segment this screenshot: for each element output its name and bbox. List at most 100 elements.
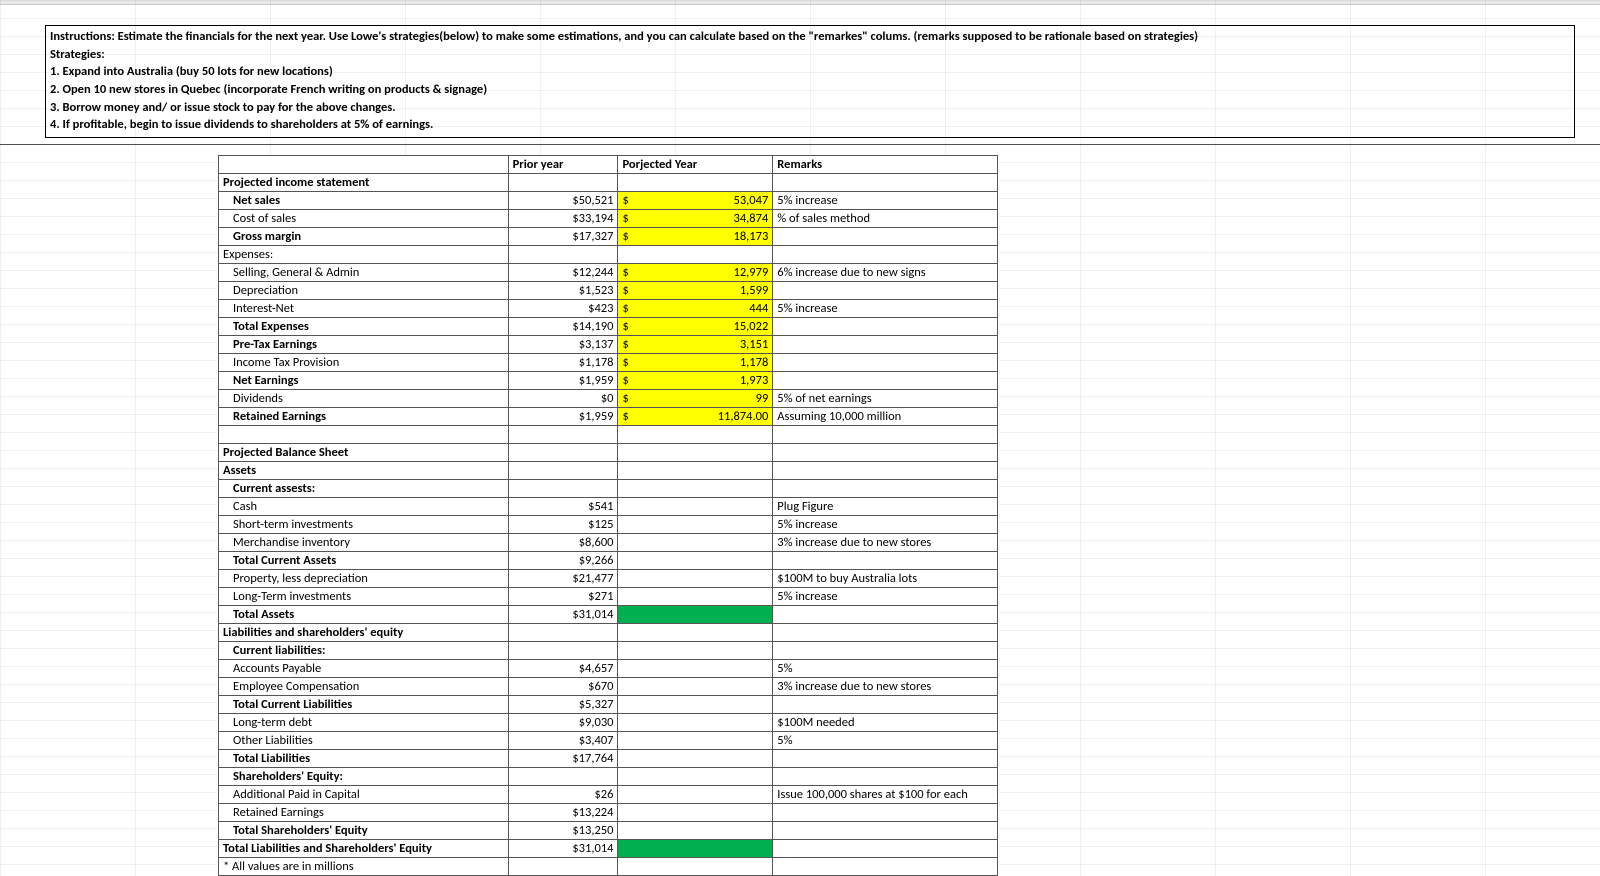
cell[interactable]: $13,224	[508, 803, 618, 821]
cell[interactable]: Long-Term investments	[219, 587, 509, 605]
cell[interactable]: Assets	[219, 461, 509, 479]
cell[interactable]: $3,407	[508, 731, 618, 749]
cell[interactable]	[508, 857, 618, 875]
cell[interactable]: $18,173	[618, 227, 773, 245]
cell[interactable]	[618, 623, 773, 641]
cell[interactable]: 5% increase	[773, 299, 998, 317]
cell[interactable]: Plug Figure	[773, 497, 998, 515]
cell[interactable]	[618, 731, 773, 749]
cell[interactable]: $1,959	[508, 371, 618, 389]
cell[interactable]	[773, 173, 998, 191]
cell[interactable]	[618, 785, 773, 803]
cell[interactable]	[508, 623, 618, 641]
cell[interactable]	[618, 587, 773, 605]
cell[interactable]: $100M to buy Australia lots	[773, 569, 998, 587]
cell[interactable]	[618, 605, 773, 623]
cell[interactable]	[773, 443, 998, 461]
cell[interactable]: Depreciation	[219, 281, 509, 299]
cell[interactable]	[618, 461, 773, 479]
cell[interactable]: $11,874.00	[618, 407, 773, 425]
cell[interactable]: 5%	[773, 659, 998, 677]
cell[interactable]: Total Liabilities	[219, 749, 509, 767]
cell[interactable]: $14,190	[508, 317, 618, 335]
cell[interactable]: Total Shareholders' Equity	[219, 821, 509, 839]
cell[interactable]: Issue 100,000 shares at $100 for each	[773, 785, 998, 803]
cell[interactable]: $1,599	[618, 281, 773, 299]
cell[interactable]: Cost of sales	[219, 209, 509, 227]
cell[interactable]: Current assests:	[219, 479, 509, 497]
cell[interactable]: $53,047	[618, 191, 773, 209]
cell[interactable]: $9,266	[508, 551, 618, 569]
cell[interactable]: $1,959	[508, 407, 618, 425]
cell[interactable]: $21,477	[508, 569, 618, 587]
cell[interactable]: Selling, General & Admin	[219, 263, 509, 281]
cell[interactable]	[618, 821, 773, 839]
cell[interactable]: * All values are in millions	[219, 857, 509, 875]
cell[interactable]: $0	[508, 389, 618, 407]
cell[interactable]	[773, 821, 998, 839]
cell[interactable]: Assuming 10,000 million	[773, 407, 998, 425]
cell[interactable]	[618, 533, 773, 551]
cell[interactable]	[773, 839, 998, 857]
cell[interactable]	[618, 443, 773, 461]
cell[interactable]	[618, 839, 773, 857]
cell[interactable]	[508, 245, 618, 263]
cell[interactable]: Total Liabilities and Shareholders' Equi…	[219, 839, 509, 857]
cell[interactable]: $3,151	[618, 335, 773, 353]
cell[interactable]	[618, 749, 773, 767]
cell[interactable]: Expenses:	[219, 245, 509, 263]
cell[interactable]: $423	[508, 299, 618, 317]
cell[interactable]: $26	[508, 785, 618, 803]
cell[interactable]: 5% of net earnings	[773, 389, 998, 407]
cell[interactable]: Remarks	[773, 155, 998, 173]
cell[interactable]	[508, 443, 618, 461]
cell[interactable]: Net Earnings	[219, 371, 509, 389]
cell[interactable]: Shareholders' Equity:	[219, 767, 509, 785]
cell[interactable]: $1,523	[508, 281, 618, 299]
cell[interactable]: $541	[508, 497, 618, 515]
cell[interactable]	[618, 497, 773, 515]
cell[interactable]	[618, 713, 773, 731]
cell[interactable]	[618, 569, 773, 587]
cell[interactable]	[773, 767, 998, 785]
cell[interactable]	[773, 803, 998, 821]
cell[interactable]: $34,874	[618, 209, 773, 227]
cell[interactable]: 5%	[773, 731, 998, 749]
cell[interactable]: 6% increase due to new signs	[773, 263, 998, 281]
cell[interactable]: Pre-Tax Earnings	[219, 335, 509, 353]
cell[interactable]: $670	[508, 677, 618, 695]
cell[interactable]: $99	[618, 389, 773, 407]
cell[interactable]: Gross margin	[219, 227, 509, 245]
cell[interactable]	[508, 479, 618, 497]
cell[interactable]: Total Assets	[219, 605, 509, 623]
cell[interactable]: 5% increase	[773, 191, 998, 209]
cell[interactable]: Employee Compensation	[219, 677, 509, 695]
cell[interactable]: $12,244	[508, 263, 618, 281]
cell[interactable]: $8,600	[508, 533, 618, 551]
cell[interactable]: $1,973	[618, 371, 773, 389]
cell[interactable]	[773, 335, 998, 353]
cell[interactable]: Porjected Year	[618, 155, 773, 173]
cell[interactable]	[773, 749, 998, 767]
cell[interactable]	[773, 695, 998, 713]
cell[interactable]: Current liabilities:	[219, 641, 509, 659]
cell[interactable]: Additional Paid in Capital	[219, 785, 509, 803]
cell[interactable]: $33,194	[508, 209, 618, 227]
cell[interactable]: $9,030	[508, 713, 618, 731]
cell[interactable]: $15,022	[618, 317, 773, 335]
cell[interactable]: Prior year	[508, 155, 618, 173]
cell[interactable]: Projected Balance Sheet	[219, 443, 509, 461]
cell[interactable]	[618, 659, 773, 677]
cell[interactable]: $31,014	[508, 605, 618, 623]
cell[interactable]: $50,521	[508, 191, 618, 209]
cell[interactable]	[773, 245, 998, 263]
cell[interactable]	[773, 317, 998, 335]
cell[interactable]	[773, 551, 998, 569]
cell[interactable]	[773, 425, 998, 443]
cell[interactable]	[773, 479, 998, 497]
cell[interactable]: Accounts Payable	[219, 659, 509, 677]
cell[interactable]: Short-term investments	[219, 515, 509, 533]
cell[interactable]: $31,014	[508, 839, 618, 857]
cell[interactable]: 5% increase	[773, 515, 998, 533]
cell[interactable]: Total Current Liabilities	[219, 695, 509, 713]
